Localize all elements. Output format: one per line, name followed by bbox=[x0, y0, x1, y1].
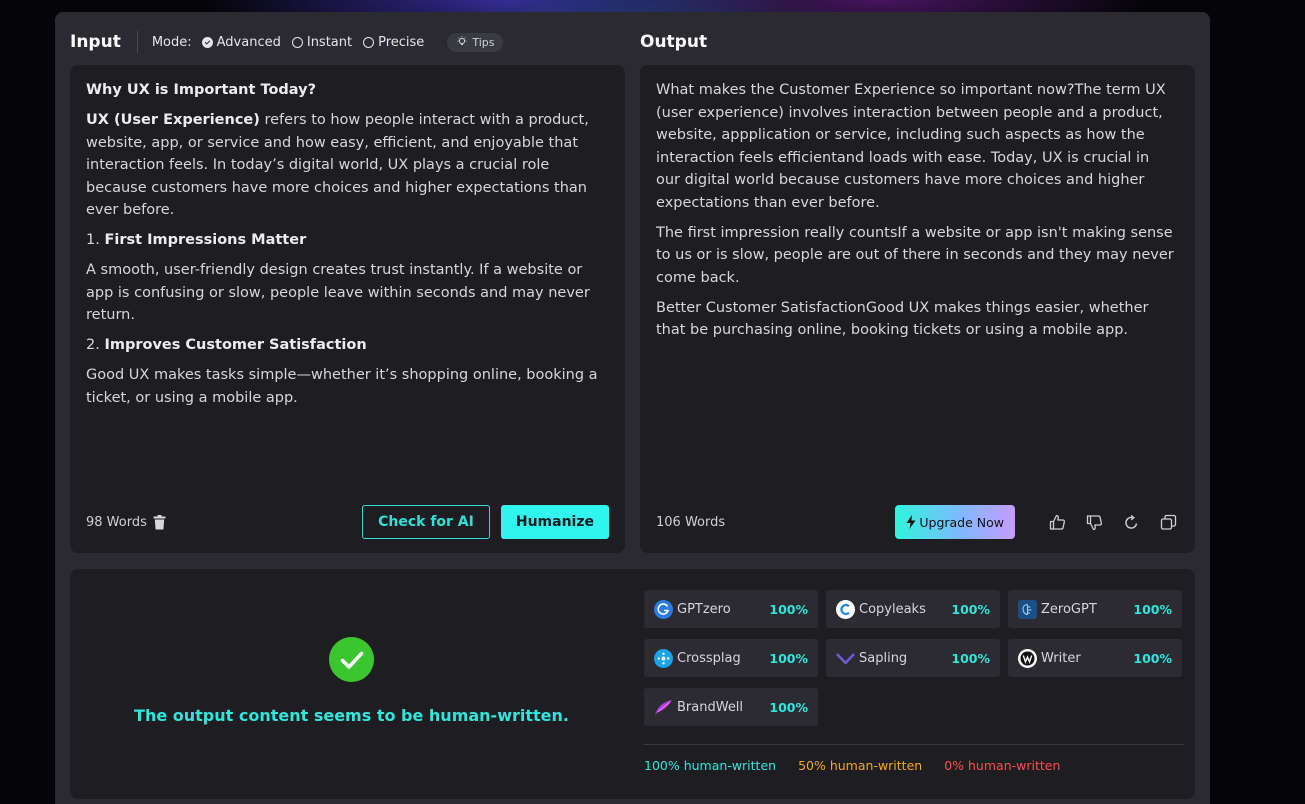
detector-gptzero: GPTzero 100% bbox=[644, 590, 818, 628]
output-paragraph: What makes the Customer Experience so im… bbox=[656, 82, 1166, 211]
mode-label: Mode: bbox=[151, 34, 192, 50]
trash-icon[interactable] bbox=[153, 514, 166, 530]
copy-icon[interactable] bbox=[1157, 511, 1179, 533]
mode-option-label: Precise bbox=[378, 34, 425, 50]
input-title: Input bbox=[70, 32, 121, 52]
input-paragraph: Good UX makes tasks simple—whether it’s … bbox=[86, 367, 598, 406]
lightbulb-icon bbox=[457, 36, 467, 45]
output-text-area: What makes the Customer Experience so im… bbox=[656, 79, 1176, 349]
output-title: Output bbox=[640, 32, 708, 52]
input-text-area[interactable]: Why UX is Important Today? UX (User Expe… bbox=[86, 79, 606, 417]
check-circle-icon bbox=[329, 637, 374, 682]
radio-checked-icon bbox=[201, 36, 213, 48]
radio-icon bbox=[291, 36, 303, 48]
check-for-ai-button[interactable]: Check for AI bbox=[362, 505, 490, 539]
brandwell-logo bbox=[654, 698, 673, 717]
gptzero-logo bbox=[654, 599, 673, 619]
detector-brandwell: BrandWell 100% bbox=[644, 688, 818, 726]
detector-copyleaks: Copyleaks 100% bbox=[826, 590, 1000, 628]
regenerate-icon[interactable] bbox=[1120, 511, 1142, 533]
score-legend: 100% human-written 50% human-written 0% … bbox=[644, 758, 1082, 773]
verdict-area: The output content seems to be human-wri… bbox=[70, 569, 633, 799]
sapling-logo bbox=[836, 649, 855, 668]
mode-option-label: Advanced bbox=[216, 34, 281, 50]
crossplag-logo bbox=[654, 648, 673, 668]
output-word-count: 106 Words bbox=[656, 514, 726, 530]
detector-sapling: Sapling 100% bbox=[826, 639, 1000, 677]
input-word-count: 98 Words bbox=[86, 514, 166, 530]
humanizer-app: Input Mode: Advanced Instant Precise Tip… bbox=[55, 12, 1210, 804]
mode-option-label: Instant bbox=[306, 34, 353, 50]
input-header: Input Mode: Advanced Instant Precise Tip… bbox=[70, 27, 504, 57]
legend-0: 0% human-written bbox=[944, 758, 1061, 773]
copyleaks-logo bbox=[836, 599, 855, 619]
input-footer: 98 Words Check for AI Humanize bbox=[86, 505, 609, 539]
verdict-text: The output content seems to be human-wri… bbox=[134, 706, 569, 725]
output-footer: 106 Words Upgrade Now bbox=[656, 505, 1179, 539]
humanize-button[interactable]: Humanize bbox=[500, 505, 609, 539]
input-section-heading: 2. Improves Customer Satisfaction bbox=[86, 337, 367, 353]
input-paragraph: A smooth, user-friendly design creates t… bbox=[86, 262, 590, 323]
detection-results-panel: The output content seems to be human-wri… bbox=[70, 569, 1195, 799]
input-paragraph: UX (User Experience) refers to how peopl… bbox=[86, 112, 589, 218]
detector-zerogpt: ZeroGPT 100% bbox=[1008, 590, 1182, 628]
input-section-heading: 1. First Impressions Matter bbox=[86, 232, 307, 248]
header-divider bbox=[136, 31, 138, 53]
detector-crossplag: Crossplag 100% bbox=[644, 639, 818, 677]
output-panel: What makes the Customer Experience so im… bbox=[640, 65, 1195, 553]
output-header: Output bbox=[640, 27, 707, 57]
tips-label: Tips bbox=[472, 35, 495, 49]
thumbs-up-icon[interactable] bbox=[1046, 511, 1068, 533]
zerogpt-logo bbox=[1018, 599, 1037, 619]
thumbs-down-icon[interactable] bbox=[1083, 511, 1105, 533]
lightning-icon bbox=[906, 515, 916, 529]
upgrade-now-button[interactable]: Upgrade Now bbox=[895, 505, 1015, 539]
input-heading: Why UX is Important Today? bbox=[86, 82, 316, 98]
legend-50: 50% human-written bbox=[798, 758, 923, 773]
output-paragraph: Better Customer SatisfactionGood UX make… bbox=[656, 299, 1149, 339]
tips-button[interactable]: Tips bbox=[447, 32, 504, 52]
output-paragraph: The first impression really countsIf a w… bbox=[656, 224, 1174, 286]
mode-option-precise[interactable]: Precise bbox=[363, 35, 424, 50]
input-panel: Why UX is Important Today? UX (User Expe… bbox=[70, 65, 625, 553]
radio-icon bbox=[363, 36, 375, 48]
detector-writer: Writer 100% bbox=[1008, 639, 1182, 677]
legend-divider bbox=[644, 744, 1184, 745]
writer-logo bbox=[1018, 648, 1037, 668]
mode-option-advanced[interactable]: Advanced bbox=[201, 34, 281, 50]
legend-100: 100% human-written bbox=[644, 758, 777, 773]
mode-option-instant[interactable]: Instant bbox=[291, 34, 353, 50]
